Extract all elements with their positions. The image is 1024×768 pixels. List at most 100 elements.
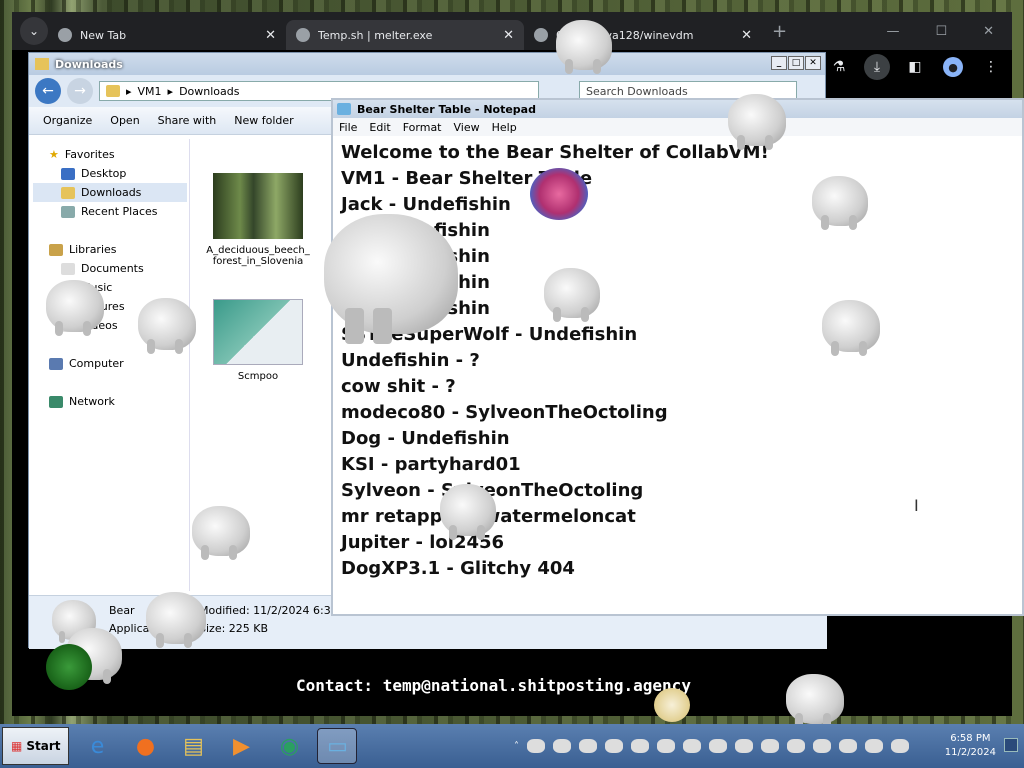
tray-bear-icon[interactable] [605, 739, 623, 753]
nav-item-desktop[interactable]: Desktop [33, 164, 187, 183]
tab-title: Temp.sh | melter.exe [318, 28, 433, 42]
breadcrumb-item-downloads[interactable]: Downloads [179, 85, 239, 98]
internet-explorer-icon[interactable]: e [77, 728, 117, 764]
close-icon[interactable]: ✕ [503, 28, 514, 43]
tray-bear-icon[interactable] [761, 739, 779, 753]
download-icon[interactable]: ⤓ [864, 54, 890, 80]
close-icon[interactable]: ✕ [741, 28, 752, 43]
globe-icon [296, 28, 310, 42]
file-name: Scmpoo [237, 371, 279, 382]
tray-bear-icon[interactable] [813, 739, 831, 753]
globe-icon [58, 28, 72, 42]
maximize-icon[interactable]: □ [788, 56, 804, 70]
nav-item-recent-places[interactable]: Recent Places [33, 202, 187, 221]
contact-text: Contact: temp@national.shitposting.agenc… [296, 676, 691, 695]
show-desktop-button[interactable] [1004, 738, 1018, 752]
menu-format[interactable]: Format [403, 121, 442, 134]
tab-title: New Tab [80, 28, 127, 42]
bear-sprite [556, 20, 612, 74]
tray-bear-icon[interactable] [839, 739, 857, 753]
close-window-icon[interactable]: ✕ [983, 24, 994, 39]
close-icon[interactable]: ✕ [805, 56, 821, 70]
menu-view[interactable]: View [454, 121, 480, 134]
labs-flask-icon[interactable]: ⚗ [826, 54, 852, 80]
nav-label: Recent Places [81, 205, 158, 218]
firefox-icon[interactable]: ● [125, 728, 165, 764]
tray-bear-icon[interactable] [735, 739, 753, 753]
tray-bear-icon[interactable] [631, 739, 649, 753]
nav-network[interactable]: Network [33, 392, 187, 411]
new-folder-button[interactable]: New folder [234, 114, 293, 127]
bear-sprite [192, 506, 250, 560]
media-player-icon[interactable]: ▶ [221, 728, 261, 764]
nav-computer[interactable]: Computer [33, 354, 187, 373]
tray-bear-icon[interactable] [683, 739, 701, 753]
notepad-titlebar[interactable]: Bear Shelter Table - Notepad [333, 100, 1022, 118]
chevron-up-icon[interactable]: ˄ [514, 741, 519, 752]
nav-item-downloads[interactable]: Downloads [33, 183, 187, 202]
nav-libraries[interactable]: Libraries [33, 240, 187, 259]
browser-tab-newtab[interactable]: New Tab ✕ [48, 20, 286, 50]
new-tab-icon[interactable]: + [772, 21, 787, 42]
notepad-title: Bear Shelter Table - Notepad [357, 102, 536, 116]
notification-area: ˄ [514, 724, 909, 768]
tray-bear-icon[interactable] [553, 739, 571, 753]
downloads-folder-icon [61, 186, 75, 199]
bear-sprite [544, 268, 600, 322]
share-with-button[interactable]: Share with [158, 114, 217, 127]
nav-label: Desktop [81, 167, 127, 180]
minimize-icon[interactable]: — [886, 24, 899, 39]
menu-edit[interactable]: Edit [369, 121, 390, 134]
tray-bear-icon[interactable] [865, 739, 883, 753]
notepad-line: Sylveon - SylveonTheOctoling [341, 480, 644, 501]
side-panel-icon[interactable]: ◧ [902, 54, 928, 80]
organize-button[interactable]: Organize [43, 114, 92, 127]
browser-tab-tempsh[interactable]: Temp.sh | melter.exe ✕ [286, 20, 524, 50]
profile-avatar[interactable]: ● [940, 54, 966, 80]
chat-app-icon[interactable]: ◉ [269, 728, 309, 764]
notepad-window: Bear Shelter Table - Notepad File Edit F… [331, 98, 1024, 616]
back-arrow-icon[interactable]: ← [35, 78, 61, 104]
tray-bear-icon[interactable] [891, 739, 909, 753]
nav-item-documents[interactable]: Documents [33, 259, 187, 278]
forward-arrow-icon[interactable]: → [67, 78, 93, 104]
chevron-down-icon: ⌄ [28, 24, 40, 38]
tab-search-button[interactable]: ⌄ [20, 17, 48, 45]
nav-label: Downloads [81, 186, 142, 199]
nav-label: Computer [69, 357, 124, 370]
notepad-line: mr retapper - watermeloncat [341, 506, 636, 527]
notepad-line: modeco80 - SylveonTheOctoling [341, 402, 668, 423]
forest-image-thumbnail [213, 173, 303, 239]
tray-bear-icon[interactable] [657, 739, 675, 753]
tray-bear-icon[interactable] [787, 739, 805, 753]
explorer-titlebar[interactable]: Downloads _ □ ✕ [29, 53, 825, 75]
notepad-line: cow shit - ? [341, 376, 456, 397]
clock[interactable]: 6:58 PM 11/2/2024 [945, 732, 996, 760]
menu-help[interactable]: Help [492, 121, 517, 134]
notepad-line: Welcome to the Bear Shelter of CollabVM! [341, 142, 769, 163]
notepad-line: KSI - partyhard01 [341, 454, 521, 475]
nav-label: Network [69, 395, 115, 408]
file-item[interactable]: Scmpoo [206, 299, 310, 382]
close-icon[interactable]: ✕ [265, 28, 276, 43]
file-item[interactable]: A_deciduous_beech_forest_in_Slovenia [206, 173, 310, 267]
bear-sprite [812, 176, 868, 230]
file-name: A_deciduous_beech_forest_in_Slovenia [206, 245, 310, 267]
tray-bear-icon[interactable] [527, 739, 545, 753]
open-button[interactable]: Open [110, 114, 139, 127]
tray-bear-icon[interactable] [579, 739, 597, 753]
clock-date: 11/2/2024 [944, 747, 996, 758]
maximize-icon[interactable]: ☐ [935, 24, 947, 39]
tray-bear-icon[interactable] [709, 739, 727, 753]
clock-time: 6:58 PM [950, 733, 991, 744]
minimize-icon[interactable]: _ [771, 56, 787, 70]
notepad-taskbar-icon[interactable]: ▭ [317, 728, 358, 764]
start-button[interactable]: ▦ Start [2, 727, 70, 765]
folder-icon [35, 58, 49, 70]
menu-file[interactable]: File [339, 121, 357, 134]
nav-favorites[interactable]: ★ Favorites [33, 145, 187, 164]
explorer-folder-icon[interactable]: ▤ [173, 728, 213, 764]
menu-dots-icon[interactable]: ⋮ [978, 54, 1004, 80]
breadcrumb-item-vm1[interactable]: VM1 [138, 85, 162, 98]
github-icon [534, 28, 548, 42]
